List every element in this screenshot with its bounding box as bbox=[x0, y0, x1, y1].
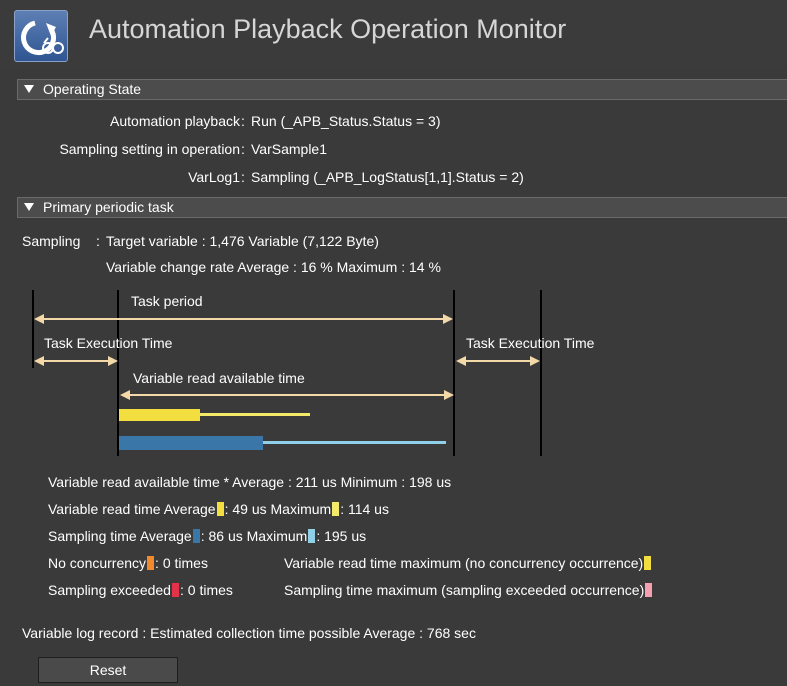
var-read-avail-arrow bbox=[120, 390, 454, 400]
light-blue-swatch-icon bbox=[308, 529, 316, 543]
window-title: Automation Playback Operation Monitor bbox=[89, 14, 567, 44]
task-exec-time-right-arrow bbox=[456, 356, 540, 366]
target-variable-text: Target variable : 1,476 Variable (7,122 … bbox=[106, 233, 379, 249]
light-yellow-swatch-icon bbox=[332, 502, 340, 516]
var-read-avail-stats: Variable read available time * Average :… bbox=[48, 474, 452, 490]
variable-log-record-text: Variable log record : Estimated collecti… bbox=[22, 625, 476, 641]
variable-read-time-stats: Variable read time Average: 49 us Maximu… bbox=[48, 501, 389, 517]
sampling-setting-label: Sampling setting in operation bbox=[59, 141, 240, 157]
pink-swatch-icon bbox=[645, 583, 653, 597]
task-period-arrow bbox=[34, 314, 453, 324]
sampling-time-average-bar bbox=[119, 436, 263, 450]
varlog-label: VarLog1 bbox=[188, 169, 240, 185]
orange-swatch-icon bbox=[147, 556, 155, 570]
var-read-avail-label: Variable read available time bbox=[133, 370, 305, 386]
sampling-time-maximum-bar bbox=[263, 441, 446, 444]
variable-read-time-average-bar bbox=[119, 409, 200, 421]
sampling-label: Sampling bbox=[22, 233, 81, 249]
diagram-divider bbox=[540, 290, 542, 456]
task-exec-time-left-arrow bbox=[34, 356, 118, 366]
variable-change-rate-text: Variable change rate Average : 16 % Maxi… bbox=[106, 259, 441, 275]
sampling-setting-value: VarSample1 bbox=[251, 141, 328, 157]
automation-playback-value: Run (_APB_Status.Status = 3) bbox=[251, 113, 441, 129]
varlog-value: Sampling (_APB_LogStatus[1,1].Status = 2… bbox=[251, 169, 524, 185]
collapse-triangle-icon bbox=[24, 203, 34, 211]
yellow-swatch-icon bbox=[216, 502, 224, 516]
yellow-swatch-icon bbox=[644, 556, 652, 570]
no-concurrency-maximum-text: Variable read time maximum (no concurren… bbox=[284, 555, 652, 571]
sampling-exceeded-stats: Sampling exceeded: 0 times bbox=[48, 582, 233, 598]
variable-read-time-maximum-bar bbox=[200, 413, 310, 416]
task-exec-time-right-label: Task Execution Time bbox=[466, 335, 595, 351]
task-exec-time-left-label: Task Execution Time bbox=[44, 335, 173, 351]
operating-state-header[interactable]: Operating State bbox=[17, 79, 787, 100]
task-period-label: Task period bbox=[131, 293, 203, 309]
blue-swatch-icon bbox=[192, 529, 200, 543]
title-bar: Automation Playback Operation Monitor bbox=[0, 0, 787, 68]
automation-playback-label: Automation playback bbox=[110, 113, 240, 129]
primary-task-header[interactable]: Primary periodic task bbox=[17, 197, 787, 218]
collapse-triangle-icon bbox=[24, 85, 34, 93]
sampling-exceeded-maximum-text: Sampling time maximum (sampling exceeded… bbox=[284, 582, 653, 598]
section-title: Primary periodic task bbox=[43, 199, 174, 215]
no-concurrency-stats: No concurrency: 0 times bbox=[48, 555, 208, 571]
section-title: Operating State bbox=[43, 81, 142, 97]
reset-button[interactable]: Reset bbox=[38, 657, 178, 683]
red-swatch-icon bbox=[171, 583, 179, 597]
sampling-time-stats: Sampling time Average: 86 us Maximum: 19… bbox=[48, 528, 367, 544]
automation-playback-icon bbox=[14, 10, 68, 62]
